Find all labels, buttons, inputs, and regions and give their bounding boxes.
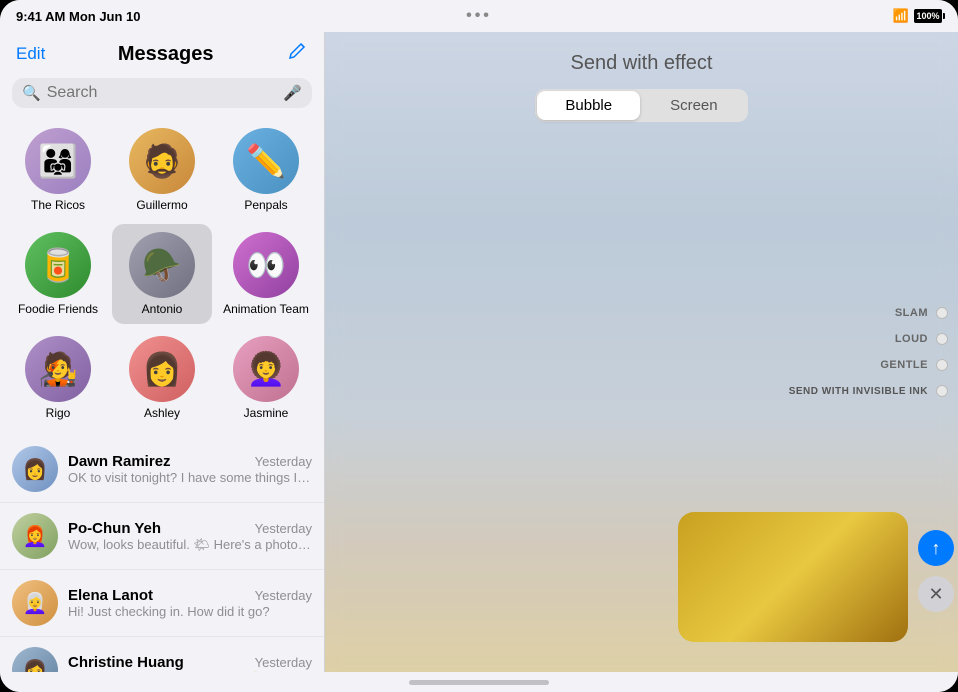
send-button[interactable]: ↑ — [918, 530, 954, 566]
contact-name-rigo: Rigo — [46, 406, 71, 420]
conv-info-pochun: Po-Chun Yeh Yesterday Wow, looks beautif… — [68, 520, 312, 553]
effect-gentle-label: GENTLE — [880, 359, 928, 371]
contact-name-ashley: Ashley — [144, 406, 180, 420]
compose-button[interactable] — [286, 40, 308, 68]
effect-panel: Send with effect Bubble Screen SLAM LOUD… — [325, 32, 958, 672]
effect-slam-label: SLAM — [895, 307, 928, 319]
message-preview — [678, 512, 908, 642]
pinned-contact-rigo[interactable]: 🧑‍🎤 Rigo — [8, 328, 108, 428]
status-time: 9:41 AM Mon Jun 10 — [16, 9, 141, 24]
effect-invisible-label: SEND WITH INVISIBLE INK — [789, 386, 928, 397]
contact-name-animation: Animation Team — [223, 302, 309, 316]
cancel-button[interactable]: ✕ — [918, 576, 954, 612]
effect-invisible-ink[interactable]: SEND WITH INVISIBLE INK — [789, 385, 948, 397]
wifi-icon: 📶 — [893, 8, 909, 24]
conv-name-elena: Elena Lanot — [68, 587, 153, 604]
status-dots: ••• — [466, 7, 492, 25]
conv-info-dawn: Dawn Ramirez Yesterday OK to visit tonig… — [68, 453, 312, 485]
date: Mon Jun 10 — [69, 9, 141, 24]
conv-time-christine: Yesterday — [255, 655, 312, 670]
segment-control: Bubble Screen — [535, 89, 747, 122]
mic-icon: 🎤 — [283, 84, 302, 102]
conv-name-dawn: Dawn Ramirez — [68, 453, 171, 470]
avatar-elena-conv: 👩‍🦳 — [12, 580, 58, 626]
pinned-contact-ricos[interactable]: 👨‍👩‍👧 The Ricos — [8, 120, 108, 220]
conv-preview-dawn: OK to visit tonight? I have some things … — [68, 470, 312, 485]
pinned-contact-antonio[interactable]: 🪖 Antonio — [112, 224, 212, 324]
avatar-animation: 👀 — [233, 232, 299, 298]
conv-time-pochun: Yesterday — [255, 521, 312, 536]
effect-loud-label: LOUD — [895, 333, 928, 345]
contact-name-antonio: Antonio — [142, 302, 183, 316]
search-icon: 🔍 — [22, 84, 41, 102]
screen-tab[interactable]: Screen — [642, 91, 746, 120]
avatar-pochun-conv: 👩‍🦰 — [12, 513, 58, 559]
messages-title: Messages — [118, 43, 214, 66]
status-indicators: 📶 100% — [893, 8, 942, 24]
contact-name-penpals: Penpals — [244, 198, 287, 212]
avatar-guillermo: 🧔 — [129, 128, 195, 194]
avatar-dawn-conv: 👩 — [12, 446, 58, 492]
avatar-rigo: 🧑‍🎤 — [25, 336, 91, 402]
pinned-contacts-grid: 👨‍👩‍👧 The Ricos 🧔 Guillermo ✏️ Penpals 🥫… — [0, 116, 324, 436]
conversation-list: 👩 Dawn Ramirez Yesterday OK to visit ton… — [0, 436, 324, 672]
main-content: Edit Messages 🔍 🎤 👨‍👩‍👧 — [0, 32, 958, 672]
effect-content: Send with effect Bubble Screen — [325, 32, 958, 122]
contact-name-guillermo: Guillermo — [136, 198, 187, 212]
effect-invisible-dot — [936, 385, 948, 397]
device-frame: 9:41 AM Mon Jun 10 ••• 📶 100% Edit Messa… — [0, 0, 958, 692]
conv-time-dawn: Yesterday — [255, 454, 312, 469]
bubble-tab[interactable]: Bubble — [537, 91, 640, 120]
conv-info-christine: Christine Huang Yesterday Me too, haha. … — [68, 654, 312, 673]
pinned-contact-ashley[interactable]: 👩 Ashley — [112, 328, 212, 428]
action-buttons: ↑ ✕ — [918, 530, 954, 612]
conversation-elena[interactable]: 👩‍🦳 Elena Lanot Yesterday Hi! Just check… — [0, 570, 324, 637]
pinned-contact-penpals[interactable]: ✏️ Penpals — [216, 120, 316, 220]
conv-name-christine: Christine Huang — [68, 654, 184, 671]
pinned-contact-foodie[interactable]: 🥫 Foodie Friends — [8, 224, 108, 324]
effect-loud-dot — [936, 333, 948, 345]
search-bar[interactable]: 🔍 🎤 — [12, 78, 312, 108]
conv-name-pochun: Po-Chun Yeh — [68, 520, 161, 537]
conv-preview-elena: Hi! Just checking in. How did it go? — [68, 604, 312, 619]
time: 9:41 AM — [16, 9, 65, 24]
avatar-ricos: 👨‍👩‍👧 — [25, 128, 91, 194]
status-bar: 9:41 AM Mon Jun 10 ••• 📶 100% — [0, 0, 958, 32]
conversation-christine[interactable]: 👩 Christine Huang Yesterday Me too, haha… — [0, 637, 324, 672]
effect-gentle[interactable]: GENTLE — [880, 359, 948, 371]
conv-time-elena: Yesterday — [255, 588, 312, 603]
edit-button[interactable]: Edit — [16, 44, 45, 64]
contact-name-ricos: The Ricos — [31, 198, 85, 212]
avatar-ashley: 👩 — [129, 336, 195, 402]
effect-loud[interactable]: LOUD — [895, 333, 948, 345]
avatar-antonio: 🪖 — [129, 232, 195, 298]
battery-indicator: 100% — [914, 9, 942, 23]
pinned-contact-guillermo[interactable]: 🧔 Guillermo — [112, 120, 212, 220]
effect-options-list: SLAM LOUD GENTLE SEND WITH INVISIBLE INK — [789, 307, 958, 397]
contact-name-jasmine: Jasmine — [244, 406, 289, 420]
effect-panel-title: Send with effect — [571, 52, 713, 75]
conv-info-elena: Elena Lanot Yesterday Hi! Just checking … — [68, 587, 312, 619]
search-input[interactable] — [47, 84, 278, 102]
pinned-contact-animation[interactable]: 👀 Animation Team — [216, 224, 316, 324]
conv-preview-pochun: Wow, looks beautiful. 🌤 Here's a photo o… — [68, 537, 312, 553]
avatar-penpals: ✏️ — [233, 128, 299, 194]
pinned-contact-jasmine[interactable]: 👩‍🦱 Jasmine — [216, 328, 316, 428]
effect-slam[interactable]: SLAM — [895, 307, 948, 319]
contact-name-foodie: Foodie Friends — [18, 302, 98, 316]
messages-panel: Edit Messages 🔍 🎤 👨‍👩‍👧 — [0, 32, 325, 672]
avatar-christine-conv: 👩 — [12, 647, 58, 672]
avatar-foodie: 🥫 — [25, 232, 91, 298]
effect-gentle-dot — [936, 359, 948, 371]
effect-slam-dot — [936, 307, 948, 319]
home-indicator-bar — [0, 672, 958, 692]
messages-header: Edit Messages — [0, 32, 324, 72]
conversation-dawn[interactable]: 👩 Dawn Ramirez Yesterday OK to visit ton… — [0, 436, 324, 503]
avatar-jasmine: 👩‍🦱 — [233, 336, 299, 402]
conversation-pochun[interactable]: 👩‍🦰 Po-Chun Yeh Yesterday Wow, looks bea… — [0, 503, 324, 570]
home-bar — [409, 680, 549, 685]
